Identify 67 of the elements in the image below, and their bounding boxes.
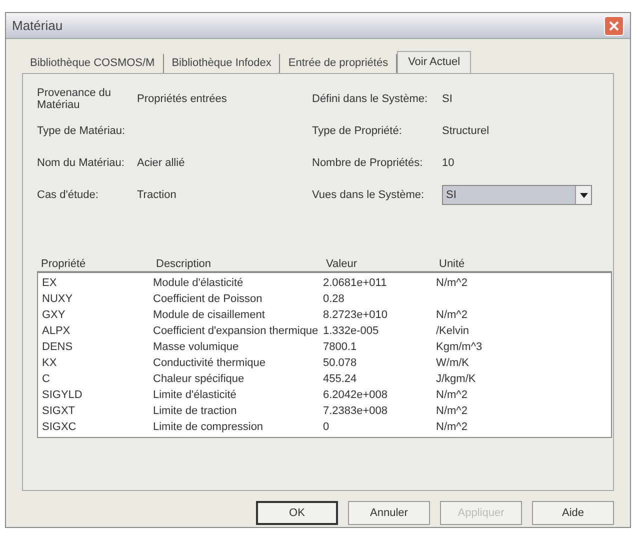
table-cell-text: C bbox=[42, 372, 51, 387]
dialog-button[interactable]: OK bbox=[256, 501, 338, 525]
column-header[interactable]: Description bbox=[156, 256, 326, 272]
window-title: Matériau bbox=[12, 16, 63, 35]
table-cell-text: N/m^2 bbox=[436, 308, 468, 323]
field-label: Défini dans le Système: bbox=[312, 92, 429, 107]
close-icon bbox=[608, 20, 620, 32]
field-value: Propriétés entrées bbox=[137, 92, 227, 107]
table-cell-text: SIGXT bbox=[42, 404, 76, 419]
table-cell-text: 8.2723e+010 bbox=[323, 308, 389, 323]
field-value: Traction bbox=[137, 188, 176, 203]
field-label: Nombre de Propriétés: bbox=[312, 156, 424, 171]
table-cell-text: ALPX bbox=[42, 324, 72, 339]
dialog-button[interactable]: Aide bbox=[532, 501, 614, 525]
table-cell-text: KX bbox=[42, 356, 58, 371]
column-header[interactable]: Valeur bbox=[326, 256, 439, 272]
table-cell-text: Limite de compression bbox=[153, 420, 264, 435]
table-cell-text: 455.24 bbox=[323, 372, 358, 387]
table-cell-text: Masse volumique bbox=[153, 340, 240, 355]
table-cell-text: Kgm/m^3 bbox=[436, 340, 484, 355]
table-cell-text: Module d'élasticité bbox=[153, 276, 244, 291]
field-label: Nom du Matériau: bbox=[37, 157, 126, 169]
table-cell-text: N/m^2 bbox=[436, 388, 468, 403]
table-cell-text: NUXY bbox=[42, 292, 74, 307]
dropdown-button[interactable] bbox=[575, 186, 591, 204]
field-value: Acier allié bbox=[137, 156, 185, 171]
table-cell-text: EX bbox=[42, 276, 58, 291]
table-cell-text: 2.0681e+011 bbox=[323, 276, 388, 291]
table-cell-text: Coefficient de Poisson bbox=[153, 292, 264, 307]
table-cell-text: N/m^2 bbox=[436, 276, 468, 291]
table-cell-text: Module de cisaillement bbox=[153, 308, 266, 323]
table-cell-text: DENS bbox=[42, 340, 74, 355]
table-cell-text: SIGXC bbox=[42, 420, 78, 435]
table-cell-text: /Kelvin bbox=[436, 324, 470, 339]
table-cell-text: 6.2042e+008 bbox=[323, 388, 389, 403]
table-cell-text: N/m^2 bbox=[436, 404, 468, 419]
dialog-button[interactable]: Annuler bbox=[348, 501, 430, 525]
tab[interactable]: Voir Actuel bbox=[397, 51, 472, 73]
table-cell-text: Limite de traction bbox=[153, 404, 238, 419]
table-cell-text: 50.078 bbox=[323, 356, 358, 371]
field-value: Structurel bbox=[442, 124, 490, 139]
field-value: 10 bbox=[442, 156, 454, 171]
field-value: SI bbox=[442, 92, 452, 107]
table-cell-text: 0 bbox=[323, 420, 330, 435]
caret-icon bbox=[580, 192, 588, 198]
column-header[interactable]: Unité bbox=[439, 256, 612, 272]
table-cell-text: W/m/K bbox=[436, 356, 470, 371]
table-cell-text: Coefficient d'expansion thermique bbox=[153, 324, 320, 339]
column-header[interactable]: Propriété bbox=[41, 256, 156, 272]
table-cell-text: J/kgm/K bbox=[436, 372, 477, 387]
field-label: Type de Propriété: bbox=[312, 124, 403, 139]
table-cell-text: Chaleur spécifique bbox=[153, 372, 246, 387]
table-cell-text: SIGYLD bbox=[42, 388, 84, 403]
field-label: Provenance du Matériau bbox=[37, 87, 112, 111]
close-button[interactable] bbox=[604, 16, 624, 36]
table-cell-text: 7.2383e+008 bbox=[323, 404, 389, 419]
field-label: Vues dans le Système: bbox=[312, 188, 426, 203]
table-cell-text: 1.332e-005 bbox=[323, 324, 380, 339]
table-cell-text: Conductivité thermique bbox=[153, 356, 267, 371]
field-label: Cas d'étude: bbox=[37, 189, 100, 201]
table-cell-text: 7800.1 bbox=[323, 340, 358, 355]
table-cell-text: N/m^2 bbox=[436, 420, 468, 435]
table-cell-text: GXY bbox=[42, 308, 66, 323]
table-cell-text: 0.28 bbox=[323, 292, 346, 307]
table-cell-text: Limite d'élasticité bbox=[153, 388, 238, 403]
system-dropdown[interactable]: SI bbox=[442, 185, 592, 205]
field-label: Type de Matériau: bbox=[37, 125, 126, 137]
